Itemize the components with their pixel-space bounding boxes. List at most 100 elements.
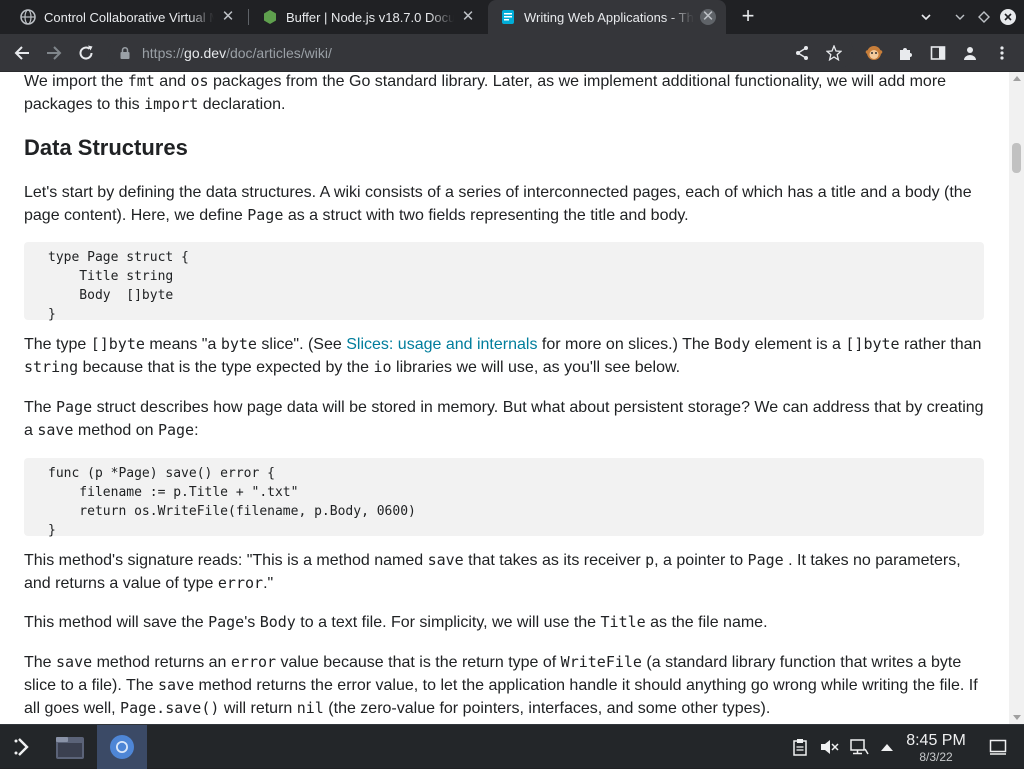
bookmark-button[interactable] bbox=[823, 42, 845, 64]
text: This method will save the bbox=[24, 614, 209, 631]
tab-title: Control Collaborative Virtual Machine bbox=[44, 9, 214, 25]
text: will return bbox=[219, 700, 297, 717]
forward-button[interactable] bbox=[43, 42, 65, 64]
share-button[interactable] bbox=[791, 42, 813, 64]
inline-code: fmt bbox=[127, 72, 155, 90]
extensions-button[interactable] bbox=[895, 42, 917, 64]
extension-tampermonkey-button[interactable] bbox=[863, 42, 885, 64]
inline-code: os bbox=[190, 72, 209, 90]
page-viewport[interactable]: We import the fmt and os packages from t… bbox=[0, 72, 1009, 724]
text: The type bbox=[24, 336, 91, 353]
text: The bbox=[24, 654, 57, 671]
text: ." bbox=[263, 575, 274, 592]
inline-code: Title bbox=[600, 613, 646, 631]
tray-expand-button[interactable] bbox=[876, 725, 898, 769]
inline-code: Body bbox=[714, 335, 751, 353]
tab-control-vm[interactable]: Control Collaborative Virtual Machine ✕ bbox=[8, 0, 246, 34]
share-icon bbox=[796, 46, 808, 60]
file-manager-button[interactable] bbox=[50, 725, 90, 769]
side-panel-button[interactable] bbox=[927, 42, 949, 64]
back-button[interactable] bbox=[11, 42, 33, 64]
text: method on bbox=[73, 422, 158, 439]
url-host: go.dev bbox=[184, 45, 227, 61]
chromium-taskbar-button[interactable] bbox=[97, 725, 147, 769]
maximize-icon[interactable] bbox=[976, 9, 992, 25]
url-scheme: https:// bbox=[142, 45, 185, 61]
text: method returns an bbox=[92, 654, 231, 671]
paragraph-imports: We import the fmt and os packages from t… bbox=[24, 72, 984, 116]
nodejs-icon bbox=[264, 10, 276, 24]
tab-go-wiki[interactable]: Writing Web Applications - The Go Progra… bbox=[488, 0, 726, 34]
url-text[interactable]: https://go.dev/doc/articles/wiki/ bbox=[142, 45, 332, 61]
minimize-icon[interactable] bbox=[952, 9, 968, 25]
clock-time: 8:45 PM bbox=[906, 732, 966, 749]
new-tab-button[interactable]: + bbox=[736, 5, 760, 29]
clock[interactable]: 8:45 PM 8/3/22 bbox=[898, 731, 974, 764]
inline-code: byte bbox=[220, 335, 257, 353]
code-block-page-struct: type Page struct { Title string Body []b… bbox=[24, 242, 984, 322]
inline-code: save bbox=[427, 551, 464, 569]
person-icon bbox=[964, 47, 976, 60]
text: libraries we will use, as you'll see bel… bbox=[391, 359, 681, 376]
text: for more on slices.) The bbox=[537, 336, 715, 353]
scroll-down-icon[interactable] bbox=[1013, 715, 1021, 720]
tab-title: Buffer | Node.js v18.7.0 Documentation bbox=[286, 9, 454, 25]
chrome-globe-icon bbox=[20, 9, 36, 25]
menu-button[interactable] bbox=[991, 42, 1013, 64]
text: to a text file. For simplicity, we will … bbox=[295, 614, 601, 631]
profile-button[interactable] bbox=[959, 42, 981, 64]
address-bar[interactable]: https://go.dev/doc/articles/wiki/ bbox=[108, 38, 854, 68]
scroll-up-icon[interactable] bbox=[1013, 76, 1021, 81]
close-tab-icon[interactable]: ✕ bbox=[460, 9, 476, 25]
close-window-icon[interactable] bbox=[1000, 9, 1016, 25]
arrow-left-icon bbox=[14, 46, 29, 60]
paragraph-define-page: Let's start by defining the data structu… bbox=[24, 181, 984, 227]
arrow-right-icon bbox=[47, 46, 62, 60]
inline-code: save bbox=[157, 676, 195, 694]
network-tray-button[interactable] bbox=[848, 725, 870, 769]
slices-link[interactable]: Slices: usage and internals bbox=[346, 336, 537, 353]
text: declaration. bbox=[198, 96, 286, 113]
network-icon bbox=[850, 739, 869, 755]
inline-code: WriteFile bbox=[560, 653, 642, 671]
clipboard-icon bbox=[793, 739, 807, 756]
browser-toolbar: https://go.dev/doc/articles/wiki/ bbox=[0, 34, 1024, 72]
inline-code: []byte bbox=[845, 335, 900, 353]
inline-code: Page.save() bbox=[120, 699, 220, 717]
clipboard-tray-button[interactable] bbox=[790, 725, 810, 769]
text: (the zero-value for pointers, interfaces… bbox=[323, 700, 771, 717]
inline-code: Page bbox=[157, 421, 195, 439]
tray-expand-icon bbox=[881, 744, 893, 751]
monkey-extension-icon bbox=[865, 46, 883, 60]
star-icon bbox=[826, 45, 842, 61]
paragraph-save-returns: The save method returns an error value b… bbox=[24, 651, 984, 720]
inline-code: Page bbox=[208, 613, 245, 631]
app-launcher-button[interactable] bbox=[4, 725, 42, 769]
inline-code: Page bbox=[56, 398, 93, 416]
inline-code: []byte bbox=[90, 335, 145, 353]
inline-code: error bbox=[217, 574, 264, 592]
file-manager-icon bbox=[56, 737, 84, 759]
lock-icon[interactable] bbox=[118, 46, 132, 60]
text: This method's signature reads: "This is … bbox=[24, 552, 428, 569]
inline-code: Page bbox=[747, 551, 784, 569]
text: The bbox=[24, 399, 57, 416]
inline-code: error bbox=[230, 653, 277, 671]
close-tab-icon[interactable]: ✕ bbox=[220, 9, 236, 25]
text: as the file name. bbox=[645, 614, 768, 631]
volume-tray-button[interactable] bbox=[818, 725, 840, 769]
tab-strip: Control Collaborative Virtual Machine ✕ … bbox=[0, 0, 1024, 34]
app-launcher-icon bbox=[14, 738, 29, 756]
go-doc-icon bbox=[502, 10, 514, 24]
side-panel-icon bbox=[930, 46, 946, 60]
show-desktop-button[interactable] bbox=[986, 725, 1010, 769]
page-scrollbar[interactable] bbox=[1009, 72, 1024, 724]
reload-button[interactable] bbox=[75, 42, 97, 64]
text: because that is the type expected by the bbox=[78, 359, 374, 376]
inline-code: nil bbox=[296, 699, 324, 717]
text: that takes as its receiver bbox=[463, 552, 646, 569]
tab-search-icon[interactable] bbox=[918, 9, 934, 25]
tab-node-buffer[interactable]: Buffer | Node.js v18.7.0 Documentation ✕ bbox=[250, 0, 486, 34]
scrollbar-thumb[interactable] bbox=[1012, 143, 1021, 173]
close-tab-icon[interactable]: ✕ bbox=[700, 9, 716, 25]
